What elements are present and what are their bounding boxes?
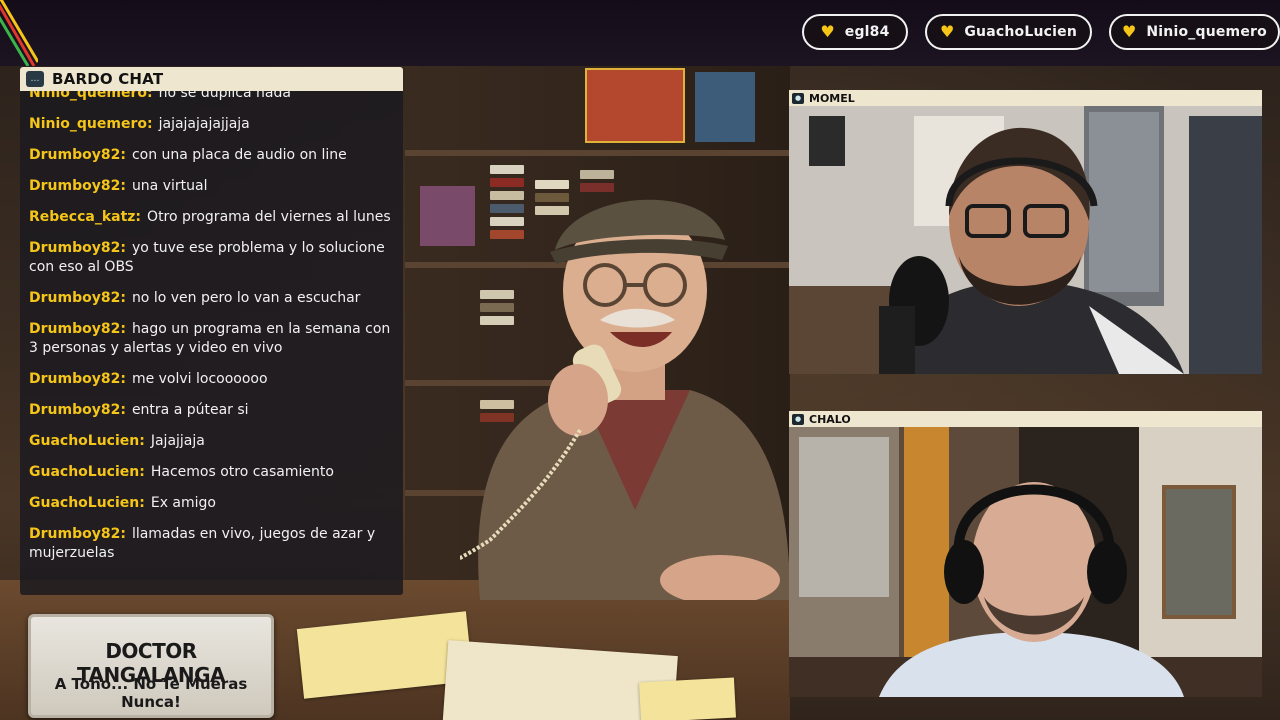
- chat-text: Hacemos otro casamiento: [150, 464, 334, 480]
- camera-panel-chalo: ● CHALO: [789, 411, 1262, 697]
- camera-feed-chalo: [789, 427, 1262, 697]
- chat-message: Drumboy82: yo tuve ese problema y lo solu…: [29, 239, 395, 277]
- chat-message: Drumboy82: hago un programa en la semana …: [29, 320, 395, 358]
- chat-message: Drumboy82: con una placa de audio on line: [29, 146, 395, 165]
- chat-message: Drumboy82: entra a pútear si: [29, 401, 395, 420]
- chat-message: Drumboy82: una virtual: [29, 177, 395, 196]
- sign-line-2: A Tono... No Te Mueras Nunca!: [54, 675, 248, 711]
- chat-text: una virtual: [131, 178, 208, 194]
- camera-icon: ●: [792, 92, 804, 104]
- chat-text: me volvi locoooooo: [131, 371, 268, 387]
- chat-text: jajajajajajjaja: [158, 116, 250, 132]
- webcam-image-momel: [789, 106, 1262, 374]
- user-pill-name: Ninio_quemero: [1146, 24, 1267, 40]
- camera-label-momel: ● MOMEL: [789, 90, 1262, 106]
- chat-message: GuachoLucien: Hacemos otro casamiento: [29, 463, 395, 482]
- chat-message: Ninio_quemero: jajajajajajjaja: [29, 115, 395, 134]
- heart-icon: ♥: [940, 22, 955, 41]
- stream-overlay: DOCTOR TANGALANGA A Tono... No Te Mueras…: [0, 0, 1280, 720]
- chat-text: no lo ven pero lo van a escuchar: [131, 290, 361, 306]
- chat-bubble-icon: …: [26, 71, 44, 87]
- user-pill-ninio-quemero[interactable]: ♥ Ninio_quemero: [1109, 14, 1280, 50]
- man-on-phone-illustration: [460, 199, 790, 600]
- chat-author: GuachoLucien:: [29, 433, 145, 449]
- chat-author: Drumboy82:: [29, 321, 126, 337]
- chat-author: Drumboy82:: [29, 178, 126, 194]
- chat-author: GuachoLucien:: [29, 495, 145, 511]
- chat-author: Drumboy82:: [29, 526, 126, 542]
- chat-author: Drumboy82:: [29, 147, 126, 163]
- chat-title: BARDO CHAT: [52, 70, 164, 88]
- chat-message: Drumboy82: no lo ven pero lo van a escuch…: [29, 289, 395, 308]
- toy-box: [695, 72, 755, 142]
- camera-name: MOMEL: [809, 91, 855, 105]
- user-pill-guacholucien[interactable]: ♥ GuachoLucien: [925, 14, 1092, 50]
- chat-text: entra a pútear si: [131, 402, 249, 418]
- camera-name: CHALO: [809, 412, 851, 426]
- chat-message: Drumboy82: llamadas en vivo, juegos de az…: [29, 525, 395, 563]
- user-pill-name: GuachoLucien: [964, 24, 1077, 40]
- chat-message: GuachoLucien: Ex amigo: [29, 494, 395, 513]
- chat-text: Otro programa del viernes al lunes: [147, 209, 391, 225]
- chat-author: GuachoLucien:: [29, 464, 145, 480]
- chat-text: Ex amigo: [150, 495, 216, 511]
- vhs-tape: [490, 165, 524, 174]
- chat-message: Drumboy82: me volvi locoooooo: [29, 370, 395, 389]
- rainbow-decoration: [0, 0, 38, 66]
- camera-feed-momel: [789, 106, 1262, 374]
- chat-author: Drumboy82:: [29, 371, 126, 387]
- chat-text: con una placa de audio on line: [131, 147, 347, 163]
- vhs-tape: [580, 170, 614, 179]
- chat-text: Jajajjaja: [150, 433, 205, 449]
- chat-messages[interactable]: Ninio_quemero: no se duplica nada Ninio_q…: [29, 84, 395, 575]
- camera-panel-momel: ● MOMEL: [789, 90, 1262, 374]
- webcam-image-chalo: [789, 427, 1262, 697]
- chat-panel[interactable]: Ninio_quemero: no se duplica nada Ninio_q…: [20, 67, 403, 595]
- camera-icon: ●: [792, 413, 804, 425]
- toy-box: [585, 68, 685, 143]
- chat-author: Drumboy82:: [29, 240, 126, 256]
- chat-author: Ninio_quemero:: [29, 116, 153, 132]
- chat-author: Rebecca_katz:: [29, 209, 142, 225]
- chat-message: GuachoLucien: Jajajjaja: [29, 432, 395, 451]
- chat-author: Drumboy82:: [29, 402, 126, 418]
- shelf-board: [405, 150, 790, 156]
- paper-note: [639, 677, 736, 720]
- user-pill-name: egl84: [844, 24, 890, 40]
- name-plate-sign: DOCTOR TANGALANGA A Tono... No Te Mueras…: [28, 614, 274, 718]
- chat-message: Rebecca_katz: Otro programa del viernes a…: [29, 208, 395, 227]
- chat-author: Drumboy82:: [29, 290, 126, 306]
- heart-icon: ♥: [820, 22, 835, 41]
- chat-header: … BARDO CHAT: [20, 67, 403, 91]
- heart-icon: ♥: [1122, 22, 1137, 41]
- camera-label-chalo: ● CHALO: [789, 411, 1262, 427]
- user-pill-egl84[interactable]: ♥ egl84: [802, 14, 908, 50]
